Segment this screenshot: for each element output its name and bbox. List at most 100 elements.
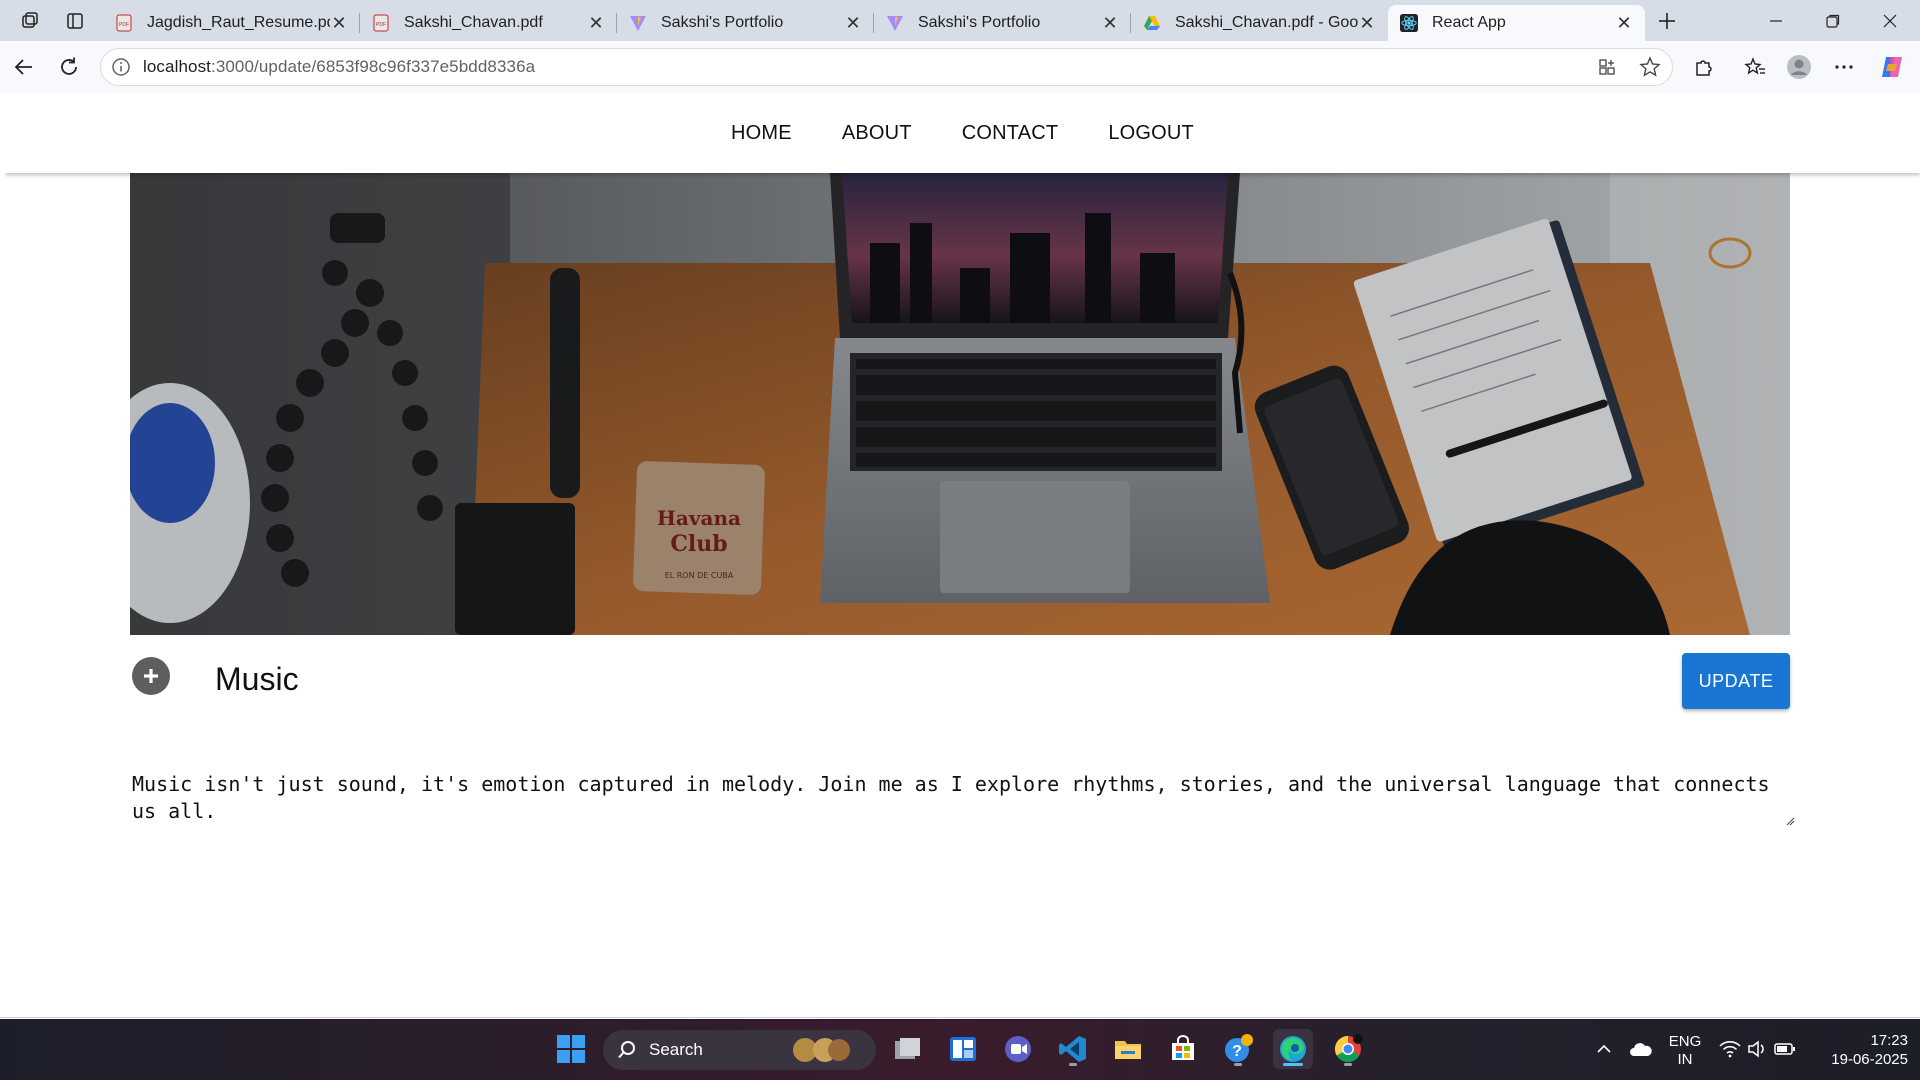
tab-title: Sakshi_Chavan.pdf - Googl bbox=[1175, 14, 1358, 31]
start-button[interactable] bbox=[551, 1029, 591, 1069]
app-grid-icon bbox=[1599, 59, 1615, 75]
nav-about-link[interactable]: ABOUT bbox=[842, 122, 912, 145]
favorites-list-icon bbox=[1744, 57, 1765, 75]
new-tab-button[interactable] bbox=[1645, 0, 1689, 41]
url-host: localhost bbox=[143, 57, 211, 76]
settings-menu-button[interactable] bbox=[1826, 49, 1862, 85]
edge-button[interactable] bbox=[1273, 1029, 1313, 1069]
widgets-icon bbox=[950, 1037, 976, 1061]
windows-logo-icon bbox=[557, 1035, 585, 1063]
running-indicator bbox=[1069, 1063, 1077, 1066]
vscode-button[interactable] bbox=[1053, 1029, 1093, 1069]
chat-icon bbox=[1005, 1036, 1031, 1062]
browser-tab-active[interactable]: React App ✕ bbox=[1388, 5, 1645, 41]
vscode-icon bbox=[1059, 1036, 1086, 1062]
workspaces-button[interactable] bbox=[8, 0, 52, 41]
wifi-icon bbox=[1719, 1041, 1741, 1058]
teams-chat-button[interactable] bbox=[998, 1029, 1038, 1069]
info-icon[interactable] bbox=[111, 57, 131, 77]
get-help-button[interactable]: ? bbox=[1218, 1029, 1258, 1069]
copilot-button[interactable] bbox=[1874, 49, 1910, 85]
close-tab-icon[interactable]: ✕ bbox=[844, 14, 862, 32]
close-icon bbox=[1883, 14, 1897, 27]
vite-icon bbox=[629, 14, 647, 32]
browser-tab[interactable]: PDF Sakshi_Chavan.pdf ✕ bbox=[360, 5, 617, 41]
close-tab-icon[interactable]: ✕ bbox=[587, 14, 605, 32]
close-tab-icon[interactable]: ✕ bbox=[1358, 14, 1376, 32]
taskbar-search[interactable]: Search bbox=[603, 1030, 876, 1070]
task-view-icon bbox=[895, 1038, 920, 1059]
tab-title: Jagdish_Raut_Resume.pdf bbox=[147, 14, 330, 31]
file-explorer-button[interactable] bbox=[1108, 1029, 1148, 1069]
language-region: IN bbox=[1677, 1051, 1693, 1068]
search-icon bbox=[618, 1041, 635, 1059]
tab-title: Sakshi's Portfolio bbox=[661, 14, 784, 31]
battery-button[interactable] bbox=[1770, 1029, 1800, 1069]
nav-contact-link[interactable]: CONTACT bbox=[962, 122, 1059, 145]
speaker-icon bbox=[1748, 1040, 1764, 1058]
resize-handle-icon[interactable] bbox=[1785, 816, 1795, 826]
puzzle-icon bbox=[1696, 60, 1712, 76]
favorite-button[interactable] bbox=[1632, 49, 1668, 85]
post-title-input[interactable]: Music bbox=[215, 661, 299, 698]
active-indicator bbox=[1283, 1063, 1303, 1066]
arrow-left-icon bbox=[14, 59, 32, 75]
post-description-textarea[interactable]: Music isn't just sound, it's emotion cap… bbox=[130, 771, 1790, 829]
profile-button[interactable] bbox=[1781, 49, 1817, 85]
volume-button[interactable] bbox=[1742, 1029, 1772, 1069]
url-path: :3000/update/6853f98c96f337e5bdd8336a bbox=[211, 57, 536, 76]
svg-text:PDF: PDF bbox=[119, 22, 129, 28]
vertical-tabs-button[interactable] bbox=[53, 0, 97, 41]
nav-logout-link[interactable]: LOGOUT bbox=[1108, 122, 1194, 145]
url-text[interactable]: localhost:3000/update/6853f98c96f337e5bd… bbox=[143, 57, 535, 77]
folder-icon bbox=[1115, 1041, 1141, 1059]
close-tab-icon[interactable]: ✕ bbox=[1615, 14, 1633, 32]
store-icon bbox=[1172, 1035, 1194, 1060]
windows-taskbar: Search ? ENG IN 17:23 19-06-2025 bbox=[0, 1019, 1920, 1080]
minimize-button[interactable] bbox=[1748, 0, 1804, 41]
address-bar[interactable]: localhost:3000/update/6853f98c96f337e5bd… bbox=[100, 48, 1673, 86]
clock[interactable]: 17:23 19-06-2025 bbox=[1808, 1031, 1908, 1069]
more-icon bbox=[1835, 65, 1853, 69]
extensions-button[interactable] bbox=[1686, 49, 1722, 85]
browser-tab[interactable]: Sakshi's Portfolio ✕ bbox=[617, 5, 874, 41]
widgets-button[interactable] bbox=[943, 1029, 983, 1069]
google-drive-icon bbox=[1143, 14, 1161, 32]
browser-tab[interactable]: Sakshi_Chavan.pdf - Googl ✕ bbox=[1131, 5, 1388, 41]
vite-icon bbox=[886, 14, 904, 32]
app-available-button[interactable] bbox=[1589, 49, 1625, 85]
close-window-button[interactable] bbox=[1862, 0, 1918, 41]
clock-time: 17:23 bbox=[1870, 1032, 1908, 1049]
wifi-button[interactable] bbox=[1715, 1029, 1745, 1069]
close-tab-icon[interactable]: ✕ bbox=[1101, 14, 1119, 32]
microsoft-store-button[interactable] bbox=[1163, 1029, 1203, 1069]
browser-toolbar: localhost:3000/update/6853f98c96f337e5bd… bbox=[0, 41, 1920, 93]
browser-tab[interactable]: Sakshi's Portfolio ✕ bbox=[874, 5, 1131, 41]
language-indicator[interactable]: ENG IN bbox=[1665, 1033, 1705, 1069]
close-tab-icon[interactable]: ✕ bbox=[330, 14, 348, 32]
nav-home-link[interactable]: HOME bbox=[731, 122, 792, 145]
search-label: Search bbox=[649, 1040, 703, 1059]
back-button[interactable] bbox=[6, 49, 42, 85]
help-icon: ? bbox=[1225, 1034, 1253, 1062]
tab-title: Sakshi's Portfolio bbox=[918, 14, 1041, 31]
onedrive-button[interactable] bbox=[1624, 1029, 1658, 1069]
clock-date: 19-06-2025 bbox=[1831, 1051, 1908, 1068]
browser-tabstrip: PDF Jagdish_Raut_Resume.pdf ✕ PDF Sakshi… bbox=[0, 0, 1920, 41]
cloud-icon bbox=[1630, 1043, 1652, 1056]
restore-button[interactable] bbox=[1805, 0, 1861, 41]
post-cover-image: Havana Club EL RON DE CUBA bbox=[130, 173, 1790, 635]
show-hidden-icons-button[interactable] bbox=[1589, 1029, 1619, 1069]
chevron-up-icon bbox=[1597, 1044, 1611, 1053]
task-view-button[interactable] bbox=[888, 1029, 928, 1069]
tab-actions-icon bbox=[67, 12, 83, 29]
tab-title: Sakshi_Chavan.pdf bbox=[404, 14, 543, 31]
add-image-button[interactable] bbox=[132, 657, 170, 695]
chrome-button[interactable] bbox=[1328, 1029, 1368, 1069]
copilot-icon bbox=[1882, 57, 1902, 77]
favorites-button[interactable] bbox=[1737, 49, 1773, 85]
refresh-button[interactable] bbox=[51, 49, 87, 85]
browser-tab[interactable]: PDF Jagdish_Raut_Resume.pdf ✕ bbox=[103, 5, 360, 41]
update-button[interactable]: UPDATE bbox=[1682, 653, 1790, 709]
battery-icon bbox=[1774, 1043, 1795, 1055]
